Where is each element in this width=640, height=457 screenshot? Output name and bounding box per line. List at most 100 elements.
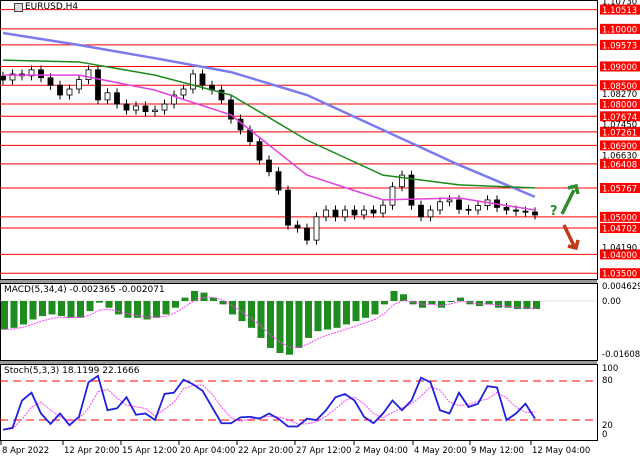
candle-body xyxy=(313,216,320,241)
macd-histogram-bar xyxy=(333,301,341,328)
x-axis-label: 22 Apr 20:00 xyxy=(238,446,293,456)
x-axis-label: 27 Apr 12:00 xyxy=(296,446,351,456)
candle-body xyxy=(456,199,462,210)
macd-histogram-bar xyxy=(172,301,179,308)
candle-body xyxy=(361,209,367,216)
macd-axis-label: -0.016088 xyxy=(602,350,640,360)
macd-histogram-bar xyxy=(381,301,388,305)
macd-histogram-bar xyxy=(162,301,170,315)
panel-separator xyxy=(0,361,597,364)
price-tick-label: 1.10730 xyxy=(602,0,637,7)
level-price-label: 1.06900 xyxy=(602,142,637,152)
macd-histogram-bar xyxy=(305,301,312,338)
candle-body xyxy=(304,227,310,241)
chart-title: EURUSD,H4 xyxy=(14,2,78,12)
candle-body xyxy=(76,79,82,90)
candle-body xyxy=(0,75,6,81)
macd-histogram-bar xyxy=(352,301,360,322)
macd-histogram-bar xyxy=(153,301,160,318)
x-axis-label: 4 May 20:00 xyxy=(414,446,467,456)
macd-histogram-bar xyxy=(105,301,113,308)
macd-histogram-bar xyxy=(191,290,198,301)
macd-histogram-bar xyxy=(362,301,369,318)
candle-body xyxy=(351,209,358,216)
price-tick-label: 1.06630 xyxy=(602,152,637,162)
candle-body xyxy=(199,73,206,86)
level-price-label: 1.03500 xyxy=(602,270,637,280)
x-axis-label: 20 Apr 04:00 xyxy=(180,446,235,456)
macd-histogram-bar xyxy=(20,301,27,325)
level-price-label: 1.10513 xyxy=(602,6,637,16)
level-price-label: 1.06408 xyxy=(602,160,637,170)
macd-histogram-bar xyxy=(1,301,8,330)
macd-histogram-bar xyxy=(10,301,18,328)
macd-label: MACD(5,34,4) -0.002365 -0.002071 xyxy=(4,285,165,295)
price-tick-label: 1.04190 xyxy=(602,243,637,253)
candle-body xyxy=(437,201,443,211)
macd-histogram-bar xyxy=(77,301,84,318)
candle-body xyxy=(47,77,54,86)
candle-body xyxy=(190,73,196,90)
level-price-label: 1.05767 xyxy=(602,185,637,195)
candle-body xyxy=(38,69,44,79)
macd-histogram-bar xyxy=(457,297,464,301)
x-axis-label: 8 Apr 2022 xyxy=(2,446,49,456)
candle-body xyxy=(161,103,168,111)
macd-histogram-bar xyxy=(343,301,350,325)
candle-body xyxy=(104,92,111,101)
candle-body xyxy=(342,209,348,218)
x-axis-label: 2 May 04:00 xyxy=(355,446,408,456)
macd-histogram-bar xyxy=(390,290,398,301)
macd-histogram-bar xyxy=(248,301,255,328)
price-tick-label: 1.08270 xyxy=(602,90,637,100)
price-tick-label: 1.07450 xyxy=(602,121,637,131)
x-axis-label: 12 Apr 20:00 xyxy=(64,446,119,456)
macd-histogram-bar xyxy=(371,301,379,315)
candle-body xyxy=(532,211,538,216)
macd-histogram-bar xyxy=(257,301,265,338)
up-arrow-icon xyxy=(560,183,580,215)
candle-body xyxy=(389,186,396,206)
candle-body xyxy=(114,92,120,105)
macd-histogram-bar xyxy=(86,301,94,312)
macd-histogram-bar xyxy=(67,301,75,318)
macd-histogram-bar xyxy=(124,301,132,318)
macd-histogram-bar xyxy=(400,294,407,301)
stoch-signal-line xyxy=(2,384,536,431)
candle-body xyxy=(66,88,73,96)
stoch-label: Stoch(5,3,3) 18.1199 22.1666 xyxy=(4,366,140,376)
candle-body xyxy=(57,84,63,96)
price-panel-frame xyxy=(0,0,598,280)
candle-body xyxy=(266,159,272,173)
symbol-icon xyxy=(14,2,23,12)
candle-body xyxy=(332,209,339,218)
candle-body xyxy=(446,199,453,203)
stoch-axis-label: 100 xyxy=(602,364,618,374)
candle-body xyxy=(133,105,139,111)
candle-body xyxy=(275,171,282,191)
candle-body xyxy=(513,209,519,212)
macd-histogram-bar xyxy=(96,301,103,303)
macd-histogram-bar xyxy=(438,301,445,308)
macd-histogram-bar xyxy=(485,301,493,305)
candle-body xyxy=(123,103,130,111)
candle-body xyxy=(418,204,424,218)
candle-body xyxy=(152,109,158,112)
chart-canvas[interactable]: 1.105131.100001.095731.090001.085001.080… xyxy=(0,0,640,457)
candle-body xyxy=(294,224,301,229)
level-price-label: 1.05000 xyxy=(602,213,637,223)
macd-axis-label: 0.00 xyxy=(602,297,621,307)
candle-body xyxy=(142,105,149,112)
macd-histogram-bar xyxy=(238,301,246,322)
macd-histogram-bar xyxy=(181,297,189,301)
x-axis-label: 12 May 04:00 xyxy=(532,446,590,456)
macd-histogram-bar xyxy=(267,301,274,348)
macd-histogram-bar xyxy=(39,301,46,317)
x-axis-label: 15 Apr 12:00 xyxy=(122,446,177,456)
ma-fast-line xyxy=(3,74,536,211)
macd-histogram-bar xyxy=(276,301,284,354)
candle-body xyxy=(256,141,263,161)
macd-histogram-bar xyxy=(219,301,227,305)
stoch-main-line xyxy=(2,374,536,431)
candle-body xyxy=(85,69,92,81)
